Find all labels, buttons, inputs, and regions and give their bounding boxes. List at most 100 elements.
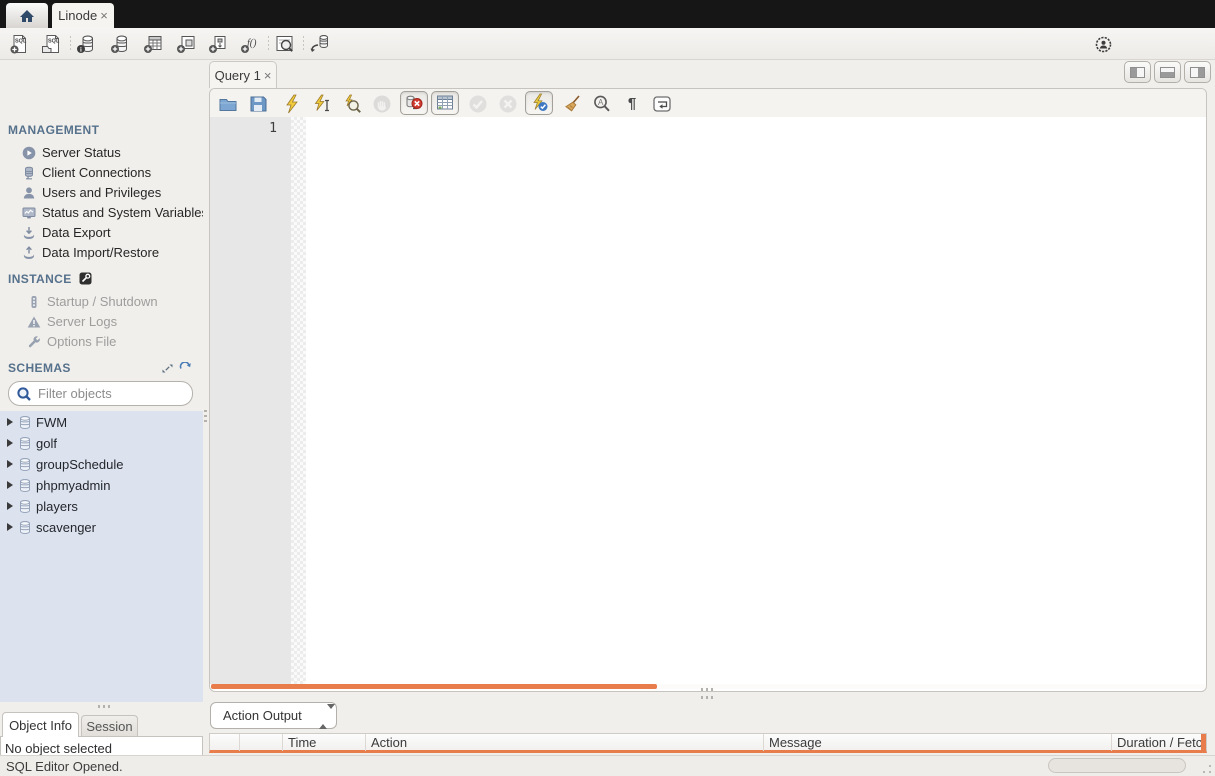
sidebar-item-system-variables[interactable]: Status and System Variables bbox=[0, 203, 203, 223]
resize-grip-icon[interactable] bbox=[1202, 764, 1212, 774]
close-icon[interactable]: × bbox=[100, 9, 108, 22]
database-info-icon[interactable]: i bbox=[75, 33, 97, 55]
mysql-workbench-window: Linode × SQL SQL i f() MANAGEMENT Server… bbox=[0, 0, 1215, 776]
startup-shutdown-icon bbox=[27, 295, 41, 309]
toolbar-separator bbox=[303, 36, 304, 52]
limit-rows-icon bbox=[437, 95, 453, 110]
schema-row-players[interactable]: players bbox=[0, 496, 203, 517]
schema-icon bbox=[18, 415, 32, 430]
execute-icon[interactable] bbox=[282, 94, 302, 114]
sidebar-item-users-privileges[interactable]: Users and Privileges bbox=[0, 183, 203, 203]
column-header-action[interactable]: Action bbox=[365, 734, 763, 751]
toggle-bottom-panel-button[interactable] bbox=[1154, 61, 1181, 83]
toggle-stop-on-error-button[interactable] bbox=[400, 91, 428, 115]
sidebar-item-label: Users and Privileges bbox=[42, 185, 162, 200]
execute-current-statement-icon[interactable] bbox=[312, 94, 332, 114]
schema-row-groupschedule[interactable]: groupSchedule bbox=[0, 454, 203, 475]
left-panel-icon bbox=[1130, 66, 1145, 78]
schema-icon bbox=[18, 499, 32, 514]
sidebar-splitter-handle[interactable] bbox=[98, 705, 112, 708]
expand-arrow-icon[interactable] bbox=[7, 439, 13, 447]
tab-session[interactable]: Session bbox=[81, 715, 138, 737]
sidebar-item-startup-shutdown[interactable]: Startup / Shutdown bbox=[0, 292, 203, 312]
create-procedure-icon[interactable] bbox=[207, 33, 229, 55]
sidebar-item-data-export[interactable]: Data Export bbox=[0, 223, 203, 243]
toggle-right-panel-button[interactable] bbox=[1184, 61, 1211, 83]
schema-row-scavenger[interactable]: scavenger bbox=[0, 517, 203, 538]
sidebar-item-label: Status and System Variables bbox=[42, 205, 203, 220]
stop-on-error-icon bbox=[406, 95, 423, 110]
expand-arrow-icon[interactable] bbox=[7, 460, 13, 468]
vertical-splitter-handle[interactable] bbox=[204, 410, 207, 424]
reconnect-dbms-icon[interactable] bbox=[309, 33, 331, 55]
sidebar-item-server-logs[interactable]: Server Logs bbox=[0, 312, 203, 332]
user-gear-icon[interactable] bbox=[1094, 35, 1116, 57]
schema-row-phpmyadmin[interactable]: phpmyadmin bbox=[0, 475, 203, 496]
schema-row-fwm[interactable]: FWM bbox=[0, 412, 203, 433]
show-invisibles-icon[interactable]: ¶ bbox=[622, 94, 642, 114]
toggle-left-panel-button[interactable] bbox=[1124, 61, 1151, 83]
column-header-message[interactable]: Message bbox=[763, 734, 1111, 751]
column-header-icon[interactable] bbox=[210, 734, 239, 751]
window-tab-bar: Linode × bbox=[0, 0, 1215, 28]
beautify-icon[interactable] bbox=[562, 94, 582, 114]
editor-hscrollbar-thumb[interactable] bbox=[211, 684, 657, 689]
connection-tab[interactable]: Linode × bbox=[52, 3, 114, 28]
create-view-icon[interactable] bbox=[175, 33, 197, 55]
schema-filter bbox=[8, 381, 193, 406]
create-function-icon[interactable]: f() bbox=[239, 33, 261, 55]
sidebar-item-data-import[interactable]: Data Import/Restore bbox=[0, 243, 203, 263]
column-header-index[interactable] bbox=[239, 734, 282, 751]
spinner-icon[interactable] bbox=[319, 704, 335, 729]
rollback-icon[interactable] bbox=[498, 94, 518, 114]
output-splitter-handle[interactable] bbox=[701, 688, 715, 691]
toggle-autocommit-button[interactable] bbox=[525, 91, 553, 115]
column-header-time[interactable]: Time bbox=[282, 734, 365, 751]
stop-icon[interactable] bbox=[372, 94, 392, 114]
sidebar-item-label: Data Export bbox=[42, 225, 111, 240]
expand-arrow-icon[interactable] bbox=[7, 523, 13, 531]
expand-arrow-icon[interactable] bbox=[7, 481, 13, 489]
open-file-icon[interactable] bbox=[218, 94, 238, 114]
find-icon[interactable]: A bbox=[592, 94, 612, 114]
expand-icon[interactable] bbox=[161, 362, 174, 375]
explain-icon[interactable] bbox=[342, 94, 362, 114]
sidebar-item-label: Server Logs bbox=[47, 314, 118, 329]
svg-text:SQL: SQL bbox=[15, 39, 27, 45]
limit-rows-button[interactable] bbox=[431, 91, 459, 115]
open-sql-script-icon[interactable]: SQL bbox=[40, 33, 62, 55]
create-schema-icon[interactable] bbox=[109, 33, 131, 55]
close-icon[interactable]: × bbox=[264, 69, 272, 82]
expand-arrow-icon[interactable] bbox=[7, 502, 13, 510]
save-icon[interactable] bbox=[248, 94, 268, 114]
schema-filter-input[interactable] bbox=[38, 384, 186, 403]
sidebar-item-options-file[interactable]: Options File bbox=[0, 332, 203, 352]
column-header-duration[interactable]: Duration / Fetch bbox=[1111, 734, 1201, 751]
sidebar-item-client-connections[interactable]: Client Connections bbox=[0, 163, 203, 183]
expand-arrow-icon[interactable] bbox=[7, 418, 13, 426]
right-panel-icon bbox=[1190, 66, 1205, 78]
sidebar-item-label: Startup / Shutdown bbox=[47, 294, 158, 309]
home-tab[interactable] bbox=[6, 3, 48, 28]
server-logs-icon bbox=[27, 315, 41, 329]
tab-object-info[interactable]: Object Info bbox=[2, 712, 79, 737]
schema-name: groupSchedule bbox=[36, 457, 124, 472]
object-info-panel: No object selected bbox=[0, 736, 203, 755]
create-table-icon[interactable] bbox=[142, 33, 164, 55]
output-splitter-handle[interactable] bbox=[701, 696, 715, 699]
sidebar-item-server-status[interactable]: Server Status bbox=[0, 143, 203, 163]
output-selector[interactable]: Action Output bbox=[210, 702, 337, 729]
svg-text:i: i bbox=[80, 47, 82, 54]
data-import-icon bbox=[22, 246, 36, 260]
sql-code-area[interactable] bbox=[306, 117, 1206, 684]
commit-icon[interactable] bbox=[468, 94, 488, 114]
wrap-text-icon[interactable] bbox=[652, 94, 672, 114]
new-sql-tab-icon[interactable]: SQL bbox=[8, 33, 30, 55]
output-vscrollbar-thumb[interactable] bbox=[1201, 734, 1206, 751]
search-table-data-icon[interactable] bbox=[274, 33, 296, 55]
refresh-icon[interactable] bbox=[178, 362, 192, 375]
schema-row-golf[interactable]: golf bbox=[0, 433, 203, 454]
tab-query-1[interactable]: Query 1 × bbox=[209, 61, 277, 88]
toolbar-separator bbox=[70, 36, 71, 52]
output-selector-value: Action Output bbox=[223, 708, 302, 723]
